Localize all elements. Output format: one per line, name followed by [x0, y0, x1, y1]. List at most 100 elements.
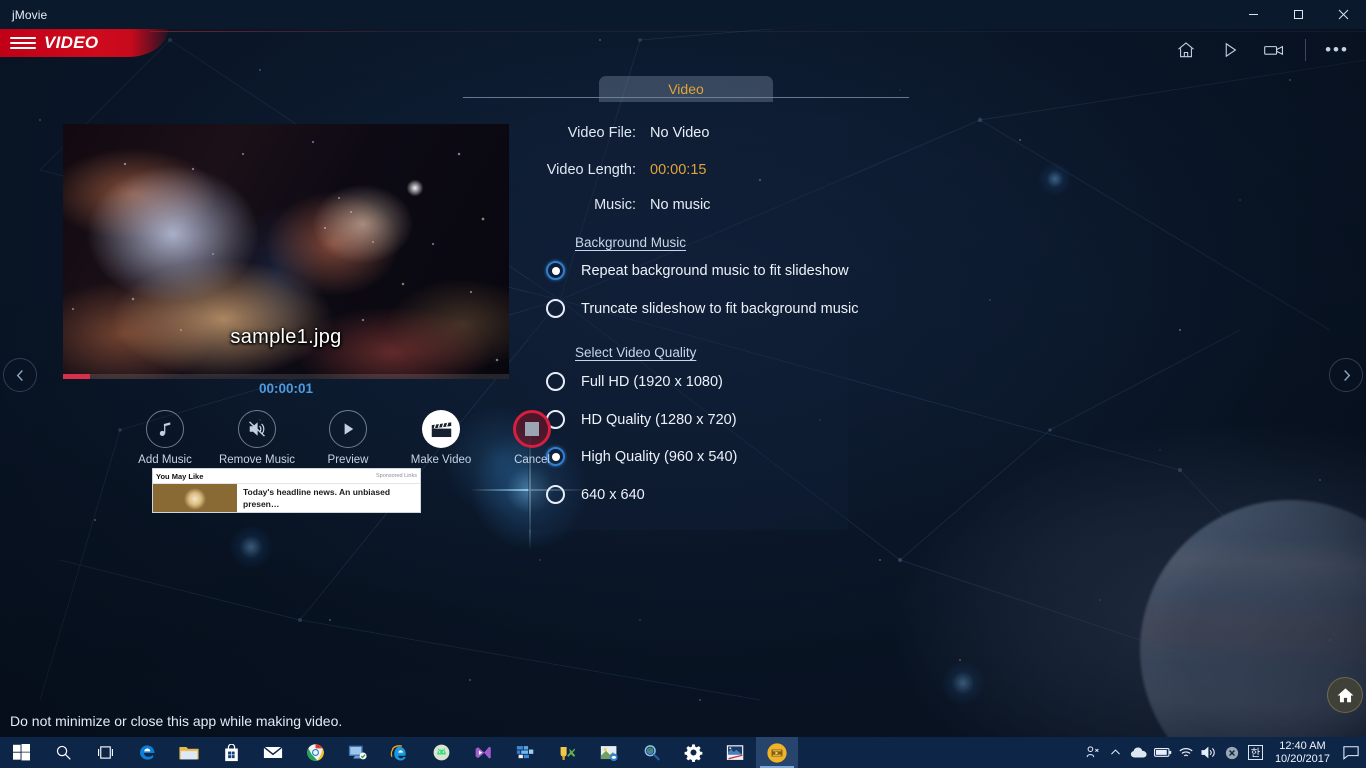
- radio-quality-640[interactable]: 640 x 640: [546, 485, 645, 504]
- make-video-button[interactable]: Make Video: [396, 410, 486, 466]
- radio-repeat-background-music[interactable]: Repeat background music to fit slideshow: [546, 261, 849, 280]
- photo-app-button[interactable]: [588, 737, 630, 768]
- make-video-label: Make Video: [410, 454, 472, 466]
- radio-truncate-slideshow[interactable]: Truncate slideshow to fit background mus…: [546, 299, 859, 318]
- start-button[interactable]: [0, 737, 42, 768]
- chevron-right-icon: [1343, 369, 1350, 381]
- field-video-file: Video File: No Video: [528, 125, 710, 141]
- people-icon[interactable]: [1081, 737, 1104, 768]
- radio-indicator: [546, 485, 565, 504]
- tools-app-button[interactable]: [546, 737, 588, 768]
- ad-text: Today's headline news. An unbiased prese…: [237, 484, 420, 513]
- play-icon: [329, 410, 367, 448]
- magnifier-app-button[interactable]: [630, 737, 672, 768]
- remote-desktop-button[interactable]: [336, 737, 378, 768]
- remove-music-label: Remove Music: [218, 454, 296, 466]
- search-button[interactable]: [42, 737, 84, 768]
- chrome-icon: [306, 744, 324, 761]
- android-studio-button[interactable]: [420, 737, 462, 768]
- radio-quality-hd-label: HD Quality (1280 x 720): [581, 411, 737, 428]
- radio-indicator: [546, 372, 565, 391]
- maximize-icon: [1294, 10, 1303, 19]
- taskbar-clock[interactable]: 12:40 AM 10/20/2017: [1267, 737, 1338, 768]
- planet-graphic: [1140, 500, 1366, 768]
- field-video-length-value: 00:00:15: [650, 162, 707, 178]
- chrome-button[interactable]: [294, 737, 336, 768]
- radio-truncate-slideshow-label: Truncate slideshow to fit background mus…: [581, 300, 859, 317]
- gear-icon: [684, 744, 702, 762]
- advertisement-banner[interactable]: You May Like Sponsored Links Today's hea…: [152, 468, 421, 513]
- wifi-icon[interactable]: [1175, 737, 1198, 768]
- jmovie-button[interactable]: [756, 737, 798, 768]
- mail-button[interactable]: [252, 737, 294, 768]
- ad-source: The Moderated Media: [243, 512, 420, 513]
- lens-flare-small-2: [940, 660, 986, 706]
- lens-flare-small-3: [1038, 162, 1072, 196]
- file-explorer-button[interactable]: [168, 737, 210, 768]
- action-error-icon[interactable]: [1221, 737, 1244, 768]
- volume-icon[interactable]: [1198, 737, 1221, 768]
- ad-headline: Today's headline news. An unbiased prese…: [243, 487, 391, 509]
- cancel-label: Cancel: [514, 454, 550, 466]
- blocks-app-button[interactable]: [504, 737, 546, 768]
- preview-button[interactable]: Preview: [303, 410, 393, 466]
- radio-quality-full-hd[interactable]: Full HD (1920 x 1080): [546, 372, 723, 391]
- home-fab-button[interactable]: [1328, 678, 1362, 712]
- visual-studio-button[interactable]: [462, 737, 504, 768]
- settings-button[interactable]: [672, 737, 714, 768]
- status-message: Do not minimize or close this app while …: [10, 713, 343, 729]
- hamburger-menu-icon[interactable]: [10, 37, 36, 49]
- windows-logo-icon: [12, 744, 30, 761]
- tab-video-label: Video: [668, 81, 704, 97]
- task-view-button[interactable]: [84, 737, 126, 768]
- more-options-icon[interactable]: •••: [1316, 33, 1358, 67]
- store-button[interactable]: [210, 737, 252, 768]
- internet-explorer-button[interactable]: [378, 737, 420, 768]
- edge-icon: [139, 745, 155, 760]
- chevron-left-icon: [16, 369, 23, 381]
- tab-video[interactable]: Video: [599, 76, 773, 102]
- cloud-glyph: [1130, 747, 1147, 758]
- ime-glyph: 한: [1247, 745, 1263, 760]
- magnifier-app-icon: [644, 745, 660, 761]
- remove-music-button[interactable]: Remove Music: [212, 410, 302, 466]
- windows-taskbar: 한 12:40 AM 10/20/2017: [0, 737, 1366, 768]
- ime-language-icon[interactable]: 한: [1244, 737, 1267, 768]
- field-video-file-label: Video File:: [567, 125, 636, 141]
- cancel-button[interactable]: Cancel: [487, 410, 577, 466]
- action-button-bar: Add Music Remove Music Preview Make Vide…: [63, 410, 551, 470]
- notification-icon: [1343, 746, 1359, 760]
- field-video-length: Video Length: 00:00:15: [528, 162, 707, 178]
- next-slide-button[interactable]: [1329, 358, 1363, 392]
- maximize-button[interactable]: [1276, 0, 1321, 29]
- internet-explorer-icon: [390, 744, 406, 760]
- add-music-button[interactable]: Add Music: [120, 410, 210, 466]
- previous-slide-button[interactable]: [3, 358, 37, 392]
- close-button[interactable]: [1321, 0, 1366, 29]
- select-video-quality-heading: Select Video Quality: [575, 345, 697, 360]
- notification-center-button[interactable]: [1338, 737, 1364, 768]
- minimize-button[interactable]: [1231, 0, 1276, 29]
- radio-indicator: [546, 299, 565, 318]
- close-icon: [1338, 9, 1349, 20]
- field-video-file-value: No Video: [650, 125, 710, 141]
- music-note-icon: [146, 410, 184, 448]
- ad-body[interactable]: Today's headline news. An unbiased prese…: [153, 484, 420, 513]
- preview-progress-track[interactable]: [63, 374, 509, 379]
- play-icon[interactable]: [1209, 33, 1251, 67]
- window-controls: [1231, 0, 1366, 29]
- preview-label: Preview: [327, 454, 369, 466]
- radio-repeat-background-music-label: Repeat background music to fit slideshow: [581, 262, 849, 279]
- show-hidden-icons-chevron[interactable]: [1104, 737, 1127, 768]
- wifi-glyph: [1179, 748, 1194, 757]
- edge-button[interactable]: [126, 737, 168, 768]
- image-editor-button[interactable]: [714, 737, 756, 768]
- home-icon[interactable]: [1165, 33, 1207, 67]
- battery-glyph: [1153, 748, 1172, 757]
- battery-icon[interactable]: [1151, 737, 1175, 768]
- ad-header-title: You May Like: [156, 471, 204, 481]
- remote-desktop-icon: [348, 745, 367, 760]
- onedrive-cloud-icon[interactable]: [1127, 737, 1151, 768]
- video-preview[interactable]: sample1.jpg: [63, 124, 509, 379]
- video-camera-icon[interactable]: [1253, 33, 1295, 67]
